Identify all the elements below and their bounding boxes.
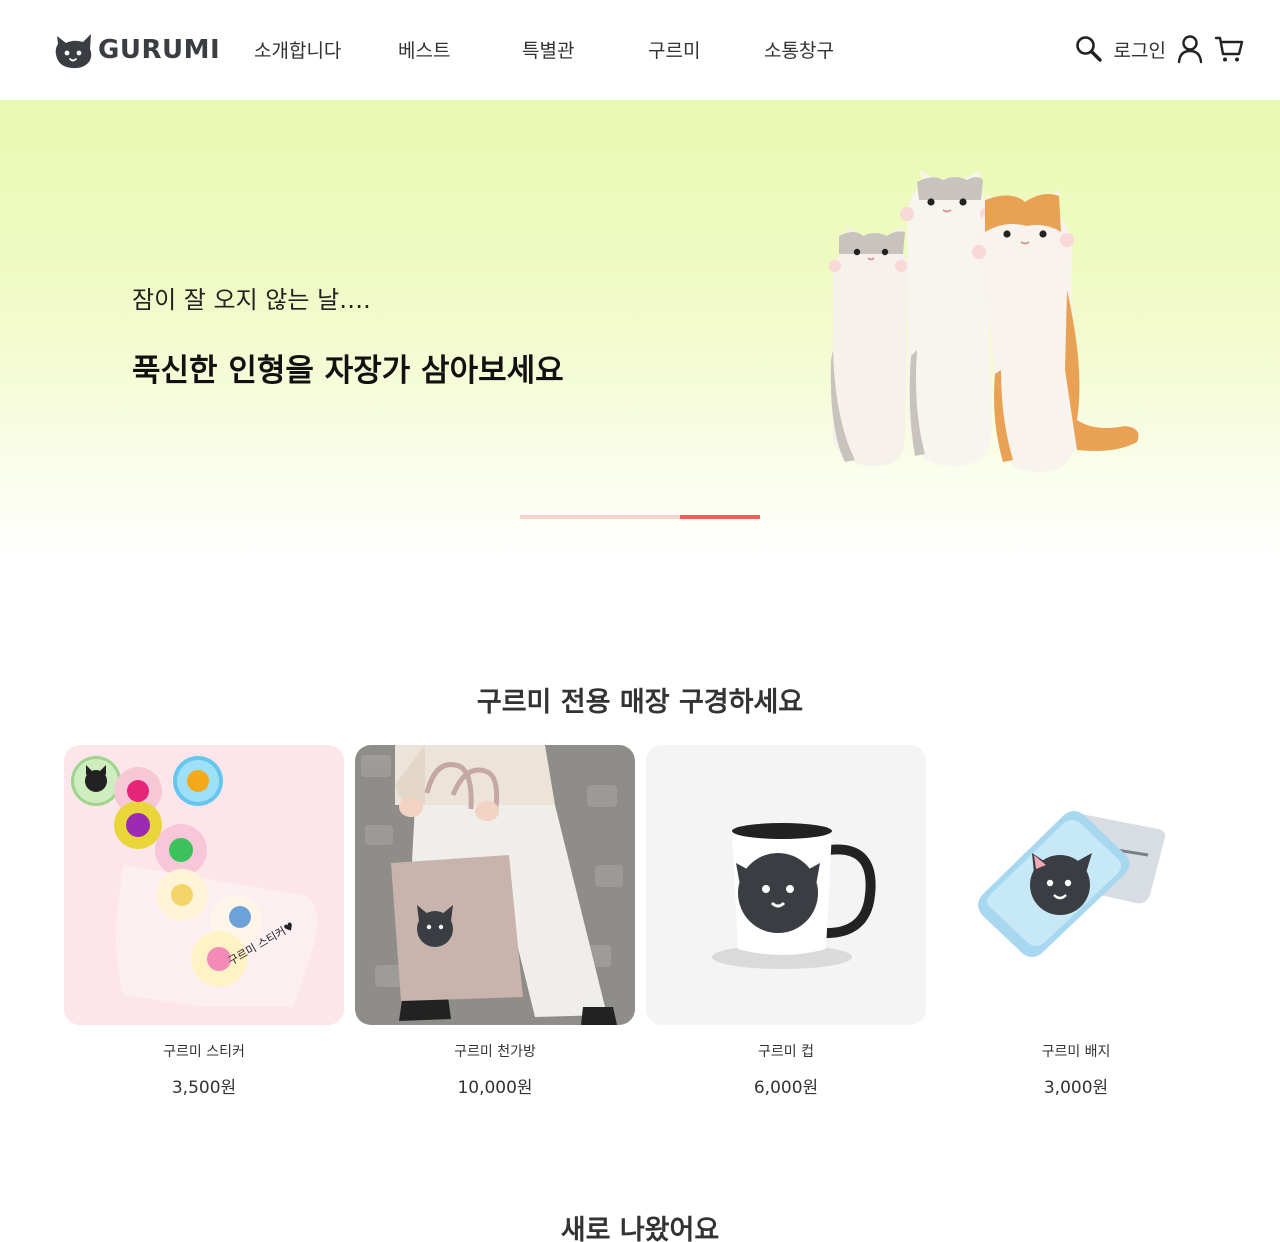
brand-name: GURUMI [98, 35, 221, 65]
product-image-sticker: 구르미 스티커♥ [64, 745, 344, 1025]
slide-indicator-1[interactable] [520, 515, 600, 519]
product-list: 구르미 스티커♥ 구르미 스티커 3,500원 구르미 천가방 10,000원 … [64, 745, 1216, 1105]
orange-cat-plush [972, 190, 1139, 473]
hero-cat-plush-image [815, 170, 1155, 490]
hero-slide-indicator [520, 515, 760, 519]
product-name[interactable]: 구르미 배지 [936, 1041, 1216, 1061]
product-card-mug[interactable]: 구르미 컵 6,000원 [646, 745, 926, 1098]
product-name[interactable]: 구르미 컵 [646, 1041, 926, 1061]
product-price: 3,000원 [1043, 1078, 1109, 1098]
product-price: 6,000원 [753, 1078, 819, 1098]
nav-item-gurumi[interactable]: 구르미 [648, 36, 700, 63]
hero-banner: 잠이 잘 오지 않는 날…. 푹신한 인형을 자장가 삼아보세요 [0, 100, 1280, 558]
nav-item-special[interactable]: 특별관 [522, 36, 574, 63]
new-arrivals-title: 새로 나왔어요 [560, 1215, 720, 1242]
header-utilities: 로그인 [1074, 32, 1244, 66]
nav-item-best[interactable]: 베스트 [398, 36, 450, 63]
middle-cat-plush [900, 170, 994, 466]
hero-subtitle: 잠이 잘 오지 않는 날…. [132, 286, 371, 314]
product-price: 10,000원 [457, 1078, 533, 1098]
cat-logo-icon [52, 30, 96, 70]
shop-section-title: 구르미 전용 매장 구경하세요 [476, 687, 804, 718]
product-image-tote-bag [355, 745, 635, 1025]
product-price: 3,500원 [171, 1078, 237, 1098]
search-icon[interactable] [1074, 34, 1104, 64]
brand-logo[interactable]: GURUMI [52, 30, 220, 70]
nav-item-about[interactable]: 소개합니다 [254, 36, 341, 63]
nav-item-community[interactable]: 소통창구 [764, 36, 834, 63]
product-card-badge[interactable]: 구르미 배지 3,000원 [936, 745, 1216, 1098]
hero-title: 푹신한 인형을 자장가 삼아보세요 [132, 353, 564, 389]
slide-indicator-2[interactable] [600, 515, 680, 519]
user-icon[interactable] [1176, 34, 1204, 64]
product-name[interactable]: 구르미 천가방 [355, 1041, 635, 1061]
product-name[interactable]: 구르미 스티커 [64, 1041, 344, 1061]
slide-indicator-3[interactable] [680, 515, 760, 519]
cart-icon[interactable] [1214, 34, 1244, 64]
product-image-badge [936, 745, 1216, 1025]
site-header: GURUMI 소개합니다 베스트 특별관 구르미 소통창구 로그인 [0, 0, 1280, 100]
product-image-mug [646, 745, 926, 1025]
grey-cat-plush [829, 226, 908, 466]
product-card-tote-bag[interactable]: 구르미 천가방 10,000원 [355, 745, 635, 1098]
login-link[interactable]: 로그인 [1114, 36, 1166, 63]
product-card-sticker[interactable]: 구르미 스티커♥ 구르미 스티커 3,500원 [64, 745, 344, 1098]
